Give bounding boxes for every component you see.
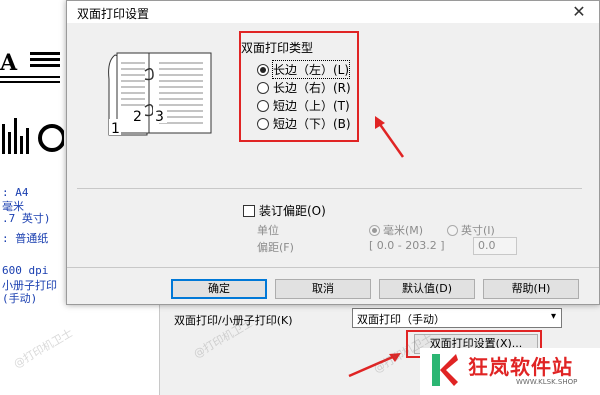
info-line: .7 英寸)	[2, 212, 51, 225]
default-button[interactable]: 默认值(D)	[379, 279, 475, 299]
unit-label: 单位	[257, 224, 279, 237]
duplex-mode-label: 双面打印/小册子打印(K)	[174, 314, 293, 327]
binding-offset-checkbox[interactable]: 装订偏距(O)	[243, 202, 326, 219]
separator	[77, 188, 582, 189]
page-preview-thumbnail: A	[0, 48, 64, 88]
offset-input[interactable]: 0.0	[473, 237, 517, 255]
dialog-title: 双面打印设置	[77, 7, 150, 21]
radio-label: 毫米(M)	[383, 224, 424, 237]
ok-button[interactable]: 确定	[171, 279, 267, 299]
radio-label: 英寸(I)	[461, 224, 495, 237]
duplex-mode-value: 双面打印（手动）	[357, 313, 445, 326]
duplex-settings-dialog: 双面打印设置 ✕ 1 2 3 双面打印类型 长边（左）(L) 长边（右）(R) …	[66, 0, 600, 305]
offset-label: 偏距(F)	[257, 241, 294, 254]
duplex-book-illustration: 1 2 3	[108, 52, 212, 137]
site-url: WWW.KLSK.SHOP	[516, 378, 578, 386]
close-icon[interactable]: ✕	[569, 2, 589, 21]
info-line: : 普通纸	[2, 232, 49, 245]
site-name: 狂岚软件站	[468, 355, 573, 379]
chevron-down-icon: ▾	[550, 311, 556, 322]
screen: er HL A : A4 毫米 .7 英寸) : 普通纸 600 dpi 小册子…	[0, 0, 600, 395]
info-line: 600 dpi	[2, 264, 49, 277]
checkbox-icon	[243, 204, 255, 217]
info-line: 小册子打印	[2, 279, 57, 292]
arrow-icon	[375, 116, 405, 158]
site-logo-badge: 狂岚软件站 WWW.KLSK.SHOP	[420, 348, 600, 395]
preview-chart-thumbnail	[2, 118, 64, 154]
info-line: : A4	[2, 186, 29, 199]
page-number: 3	[155, 109, 164, 125]
info-line: (手动)	[2, 292, 38, 305]
unit-radio-inch[interactable]: 英寸(I)	[447, 222, 495, 238]
help-button[interactable]: 帮助(H)	[483, 279, 579, 299]
duplex-mode-select[interactable]: 双面打印（手动） ▾	[352, 308, 562, 328]
page-number: 1	[111, 121, 120, 137]
highlight-box-duplex-type	[239, 31, 359, 142]
radio-checked-icon	[369, 224, 380, 236]
svg-text:A: A	[0, 50, 18, 76]
radio-icon	[447, 224, 458, 236]
unit-radio-mm[interactable]: 毫米(M)	[369, 222, 423, 238]
page-number: 2	[133, 109, 142, 125]
k-logo-icon	[432, 354, 458, 386]
binding-offset-label: 装订偏距(O)	[259, 204, 326, 218]
separator	[67, 267, 599, 268]
cancel-button[interactable]: 取消	[275, 279, 371, 299]
offset-range: [ 0.0 - 203.2 ]	[369, 239, 445, 252]
arrow-icon	[348, 353, 401, 378]
dialog-title-bar[interactable]: 双面打印设置 ✕	[67, 1, 599, 23]
